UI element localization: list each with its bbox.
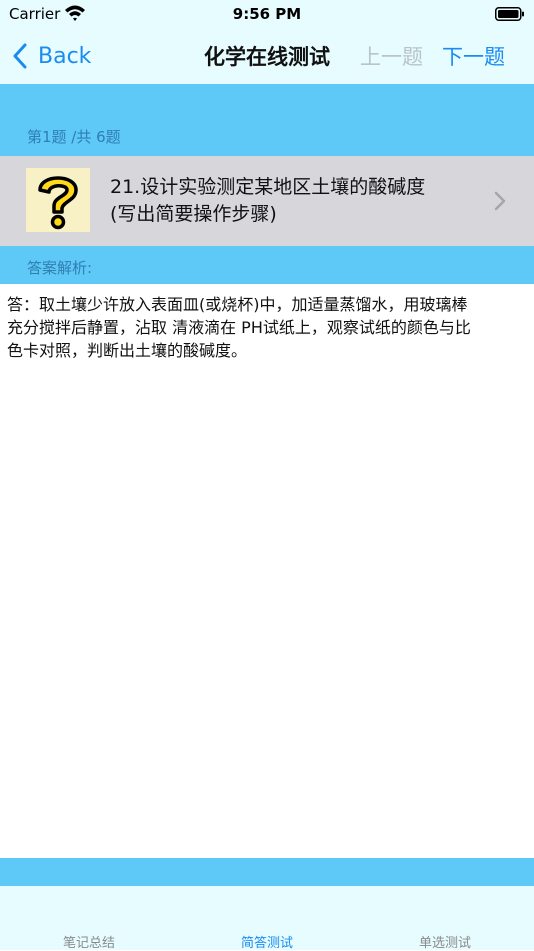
back-button[interactable]: Back [12,38,91,74]
answer-line: 答：取土壤少许放入表面皿(或烧杯)中，加适量蒸馏水，用玻璃棒 [7,295,468,314]
question-progress: 第1题 /共 6题 [27,128,121,146]
status-bar: Carrier 9:56 PM [0,0,534,28]
question-text-line: 21.设计实验测定某地区土壤的酸碱度 [110,176,426,198]
answer-line: 充分搅拌后静置，沾取 清液滴在 PH试纸上，观察试纸的颜色与比 [7,318,471,337]
nav-bar: Back 化学在线测试 上一题 下一题 [0,28,534,84]
question-row[interactable]: 21.设计实验测定某地区土壤的酸碱度 (写出简要操作步骤) [0,156,534,246]
answer-header-label: 答案解析: [27,259,93,277]
next-question-button[interactable]: 下一题 [442,41,505,71]
question-text-line: (写出简要操作步骤) [110,203,277,225]
tab-bar: 笔记总结 简答测试 单选测试 [0,886,534,951]
prev-question-button[interactable]: 上一题 [360,41,423,71]
question-mark-icon [26,168,90,232]
chevron-right-icon [494,191,506,211]
status-time: 9:56 PM [232,5,302,23]
back-label: Back [38,43,92,69]
tab-notes[interactable]: 笔记总结 [63,932,115,951]
answer-text: 答：取土壤少许放入表面皿(或烧杯)中，加适量蒸馏水，用玻璃棒 充分搅拌后静置，沾… [7,293,529,362]
answer-header: 答案解析: [0,246,534,284]
answer-line: 色卡对照，判断出土壤的酸碱度。 [7,341,248,360]
chevron-left-icon [13,43,27,69]
tab-short-answer[interactable]: 简答测试 [241,932,293,951]
tab-single-choice[interactable]: 单选测试 [419,932,471,951]
battery-icon [495,7,524,21]
footer-band [0,858,534,886]
question-text: 21.设计实验测定某地区土壤的酸碱度 (写出简要操作步骤) [110,174,480,228]
